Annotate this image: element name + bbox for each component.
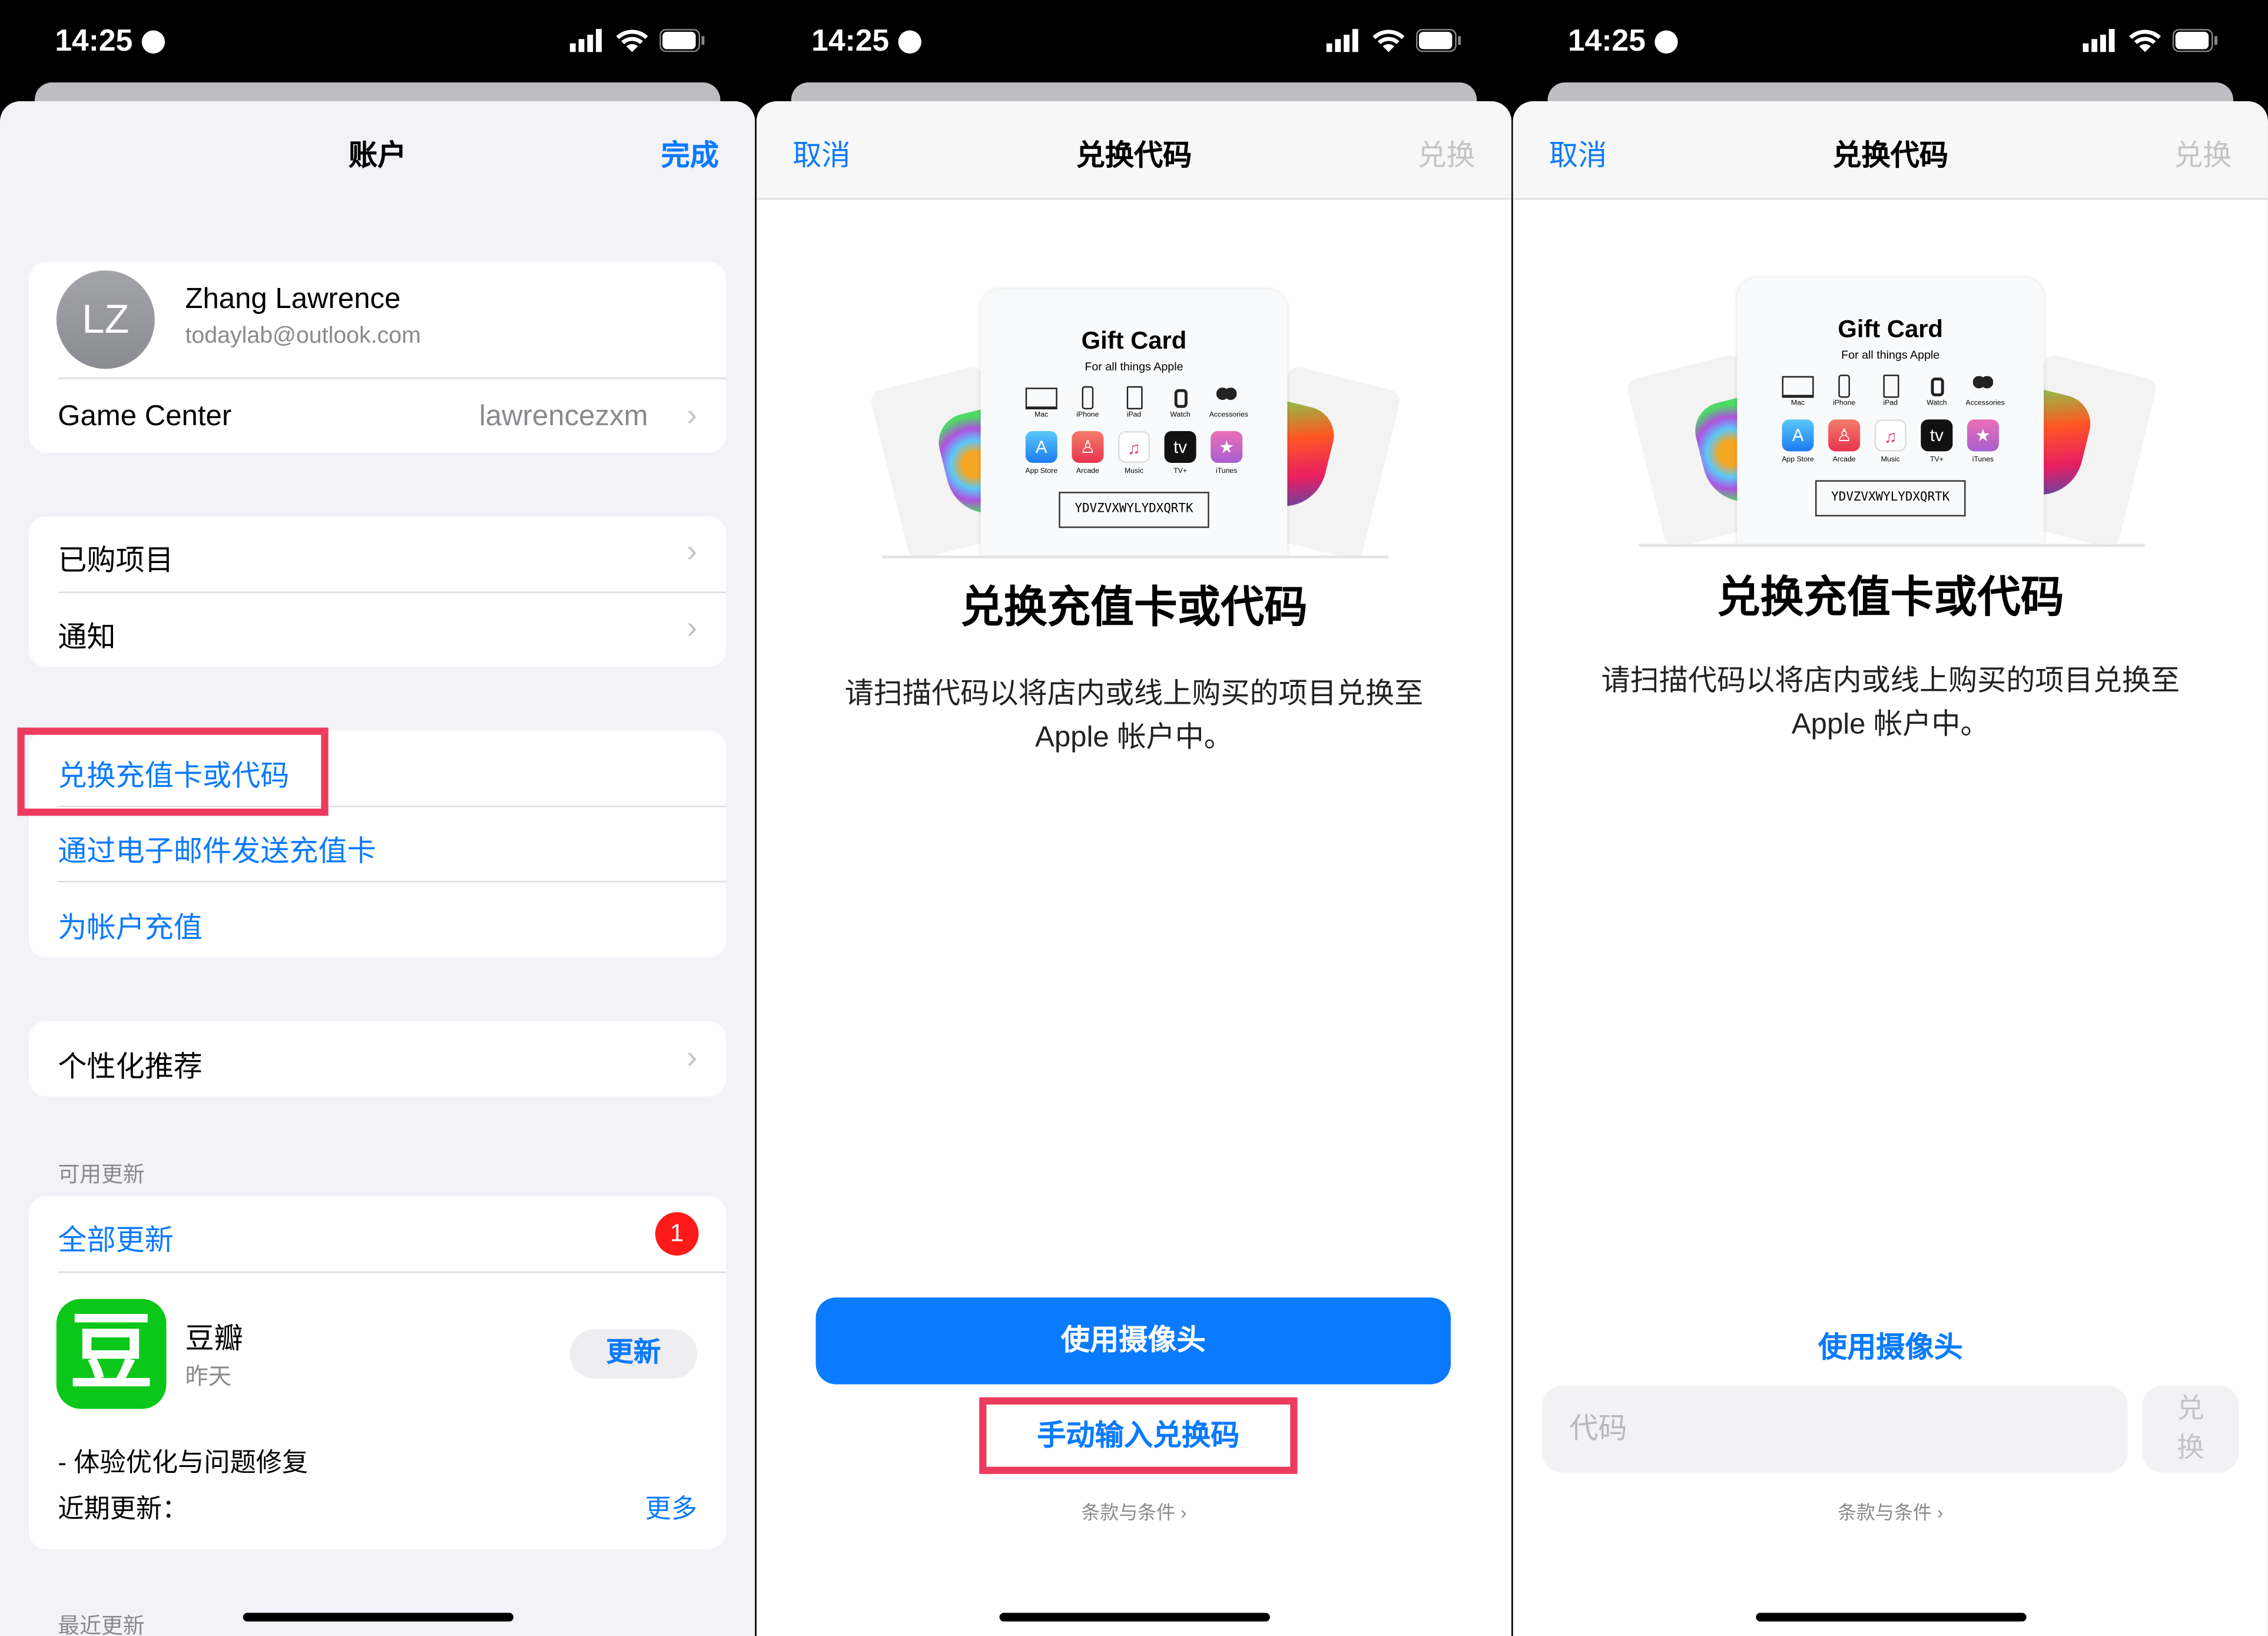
purchases-card: 已购项目 › 通知 › <box>29 516 727 667</box>
app-store-icon: A App Store <box>1780 419 1815 464</box>
airpods-icon: Accessories <box>1966 373 2005 408</box>
wifi-icon <box>2129 29 2161 52</box>
account-panel: 14:25 账户 完成 LZ Zhang Lawrence todaylab@o… <box>0 0 755 1636</box>
battery-icon <box>659 29 705 52</box>
redeem-submit-button[interactable]: 兑换 <box>2142 1386 2239 1473</box>
app-name: 豆瓣 <box>185 1323 243 1356</box>
music-icon: ♫ Music <box>1116 430 1151 476</box>
ipad-icon: iPad <box>1116 385 1151 419</box>
use-camera-button[interactable]: 使用摄像头 <box>815 1297 1451 1385</box>
page-title: 账户 <box>349 140 407 173</box>
smiley-icon <box>898 30 921 54</box>
iphone-icon: iPhone <box>1070 385 1105 419</box>
update-count-badge: 1 <box>655 1212 699 1256</box>
terms-link[interactable]: 条款与条件 › <box>757 1497 1511 1525</box>
updates-card: 全部更新 1 豆 豆瓣 昨天 更新 - 体验优化与问题修复 近期更新： 更多 <box>29 1196 727 1549</box>
status-bar: 14:25 <box>757 0 1511 87</box>
manual-entry-link[interactable]: 手动输入兑换码 <box>979 1412 1297 1453</box>
battery-icon <box>2172 29 2217 52</box>
page-title: 兑换代码 <box>1832 140 1949 173</box>
terms-link[interactable]: 条款与条件 › <box>1513 1497 2268 1525</box>
add-funds-link[interactable]: 为帐户充值 <box>58 904 726 946</box>
page-title: 兑换代码 <box>1076 140 1192 173</box>
use-camera-link[interactable]: 使用摄像头 <box>1513 1323 2268 1365</box>
update-app-button[interactable]: 更新 <box>569 1329 698 1379</box>
chevron-right-icon: › <box>687 396 698 433</box>
itunes-icon: ★ iTunes <box>1209 430 1244 476</box>
section-header-updates: 可用更新 <box>58 1163 145 1188</box>
douban-app-icon: 豆 <box>56 1299 167 1409</box>
arcade-icon: ♙ Arcade <box>1070 430 1105 476</box>
avatar: LZ <box>56 270 155 369</box>
cellular-signal-icon <box>2083 29 2115 52</box>
apple-tv-icon: tv TV+ <box>1919 419 1954 464</box>
redeem-panel-camera: 14:25 取消 兑换代码 兑换 Gift Card For all thing… <box>756 0 1512 1636</box>
clock: 14:25 <box>55 24 133 58</box>
smiley-icon <box>141 30 165 54</box>
app-date: 昨天 <box>185 1365 232 1390</box>
gift-card-code: YDVZVXWYLYDXQRTK <box>1059 492 1209 528</box>
apple-tv-icon: tv TV+ <box>1163 430 1198 476</box>
done-button[interactable]: 完成 <box>661 132 719 174</box>
code-input[interactable]: 代码 <box>1541 1386 2128 1473</box>
gift-card-illustration: Gift Card For all things Apple Mac iPhone… <box>1625 277 2159 553</box>
gift-card-illustration: Gift Card For all things Apple Mac iPhone… <box>868 289 1402 564</box>
gift-card-code: YDVZVXWYLYDXQRTK <box>1815 480 1966 516</box>
update-all-button[interactable]: 全部更新 <box>58 1217 726 1259</box>
status-bar: 14:25 <box>0 0 755 87</box>
arcade-icon: ♙ Arcade <box>1827 419 1862 464</box>
section-header-recent: 最近更新 <box>58 1614 145 1636</box>
home-indicator <box>243 1612 514 1622</box>
redeem-description: 请扫描代码以将店内或线上购买的项目兑换至 Apple 帐户中。 <box>1601 665 2180 741</box>
game-center-nickname: lawrencezxm <box>479 400 648 433</box>
music-icon: ♫ Music <box>1873 419 1908 464</box>
home-indicator <box>1756 1612 2027 1622</box>
more-link[interactable]: 更多 <box>645 1488 697 1526</box>
redeem-description: 请扫描代码以将店内或线上购买的项目兑换至 Apple 帐户中。 <box>844 678 1424 754</box>
redeem-button[interactable]: 兑换 <box>2174 132 2231 174</box>
smiley-icon <box>1654 30 1678 54</box>
ipad-icon: iPad <box>1873 373 1908 408</box>
account-name[interactable]: Zhang Lawrence <box>185 283 400 316</box>
iphone-icon: iPhone <box>1827 373 1862 408</box>
redeem-heading: 兑换充值卡或代码 <box>1716 574 2064 622</box>
release-notes: - 体验优化与问题修复 <box>58 1448 309 1477</box>
clock: 14:25 <box>811 24 890 58</box>
recent-updates-label: 近期更新： <box>58 1494 188 1524</box>
redeem-button[interactable]: 兑换 <box>1417 132 1475 174</box>
watch-icon: Watch <box>1163 385 1198 419</box>
mac-icon: Mac <box>1024 385 1059 419</box>
chevron-right-icon: › <box>687 1038 698 1075</box>
profile-card: LZ Zhang Lawrence todaylab@outlook.com G… <box>29 261 727 453</box>
watch-icon: Watch <box>1919 373 1954 408</box>
personalized-row[interactable]: 个性化推荐 › <box>29 1021 727 1097</box>
airpods-icon: Accessories <box>1209 385 1248 419</box>
home-indicator <box>999 1612 1270 1622</box>
highlight-box <box>17 727 329 816</box>
mac-icon: Mac <box>1780 373 1815 408</box>
send-gift-card-link[interactable]: 通过电子邮件发送充值卡 <box>58 827 726 869</box>
wifi-icon <box>1372 29 1405 52</box>
account-email: todaylab@outlook.com <box>185 324 421 349</box>
app-store-icon: A App Store <box>1024 430 1059 476</box>
cellular-signal-icon <box>569 29 602 52</box>
itunes-icon: ★ iTunes <box>1966 419 2001 464</box>
redeem-heading: 兑换充值卡或代码 <box>960 584 1308 632</box>
clock: 14:25 <box>1567 24 1646 58</box>
battery-icon <box>1416 29 1461 52</box>
status-bar: 14:25 <box>1513 0 2268 87</box>
redeem-panel-manual: 14:25 取消 兑换代码 兑换 Gift Card For all thing… <box>1513 0 2268 1636</box>
wifi-icon <box>616 29 648 52</box>
chevron-right-icon: › <box>687 609 698 645</box>
chevron-right-icon: › <box>687 532 698 569</box>
cellular-signal-icon <box>1326 29 1358 52</box>
